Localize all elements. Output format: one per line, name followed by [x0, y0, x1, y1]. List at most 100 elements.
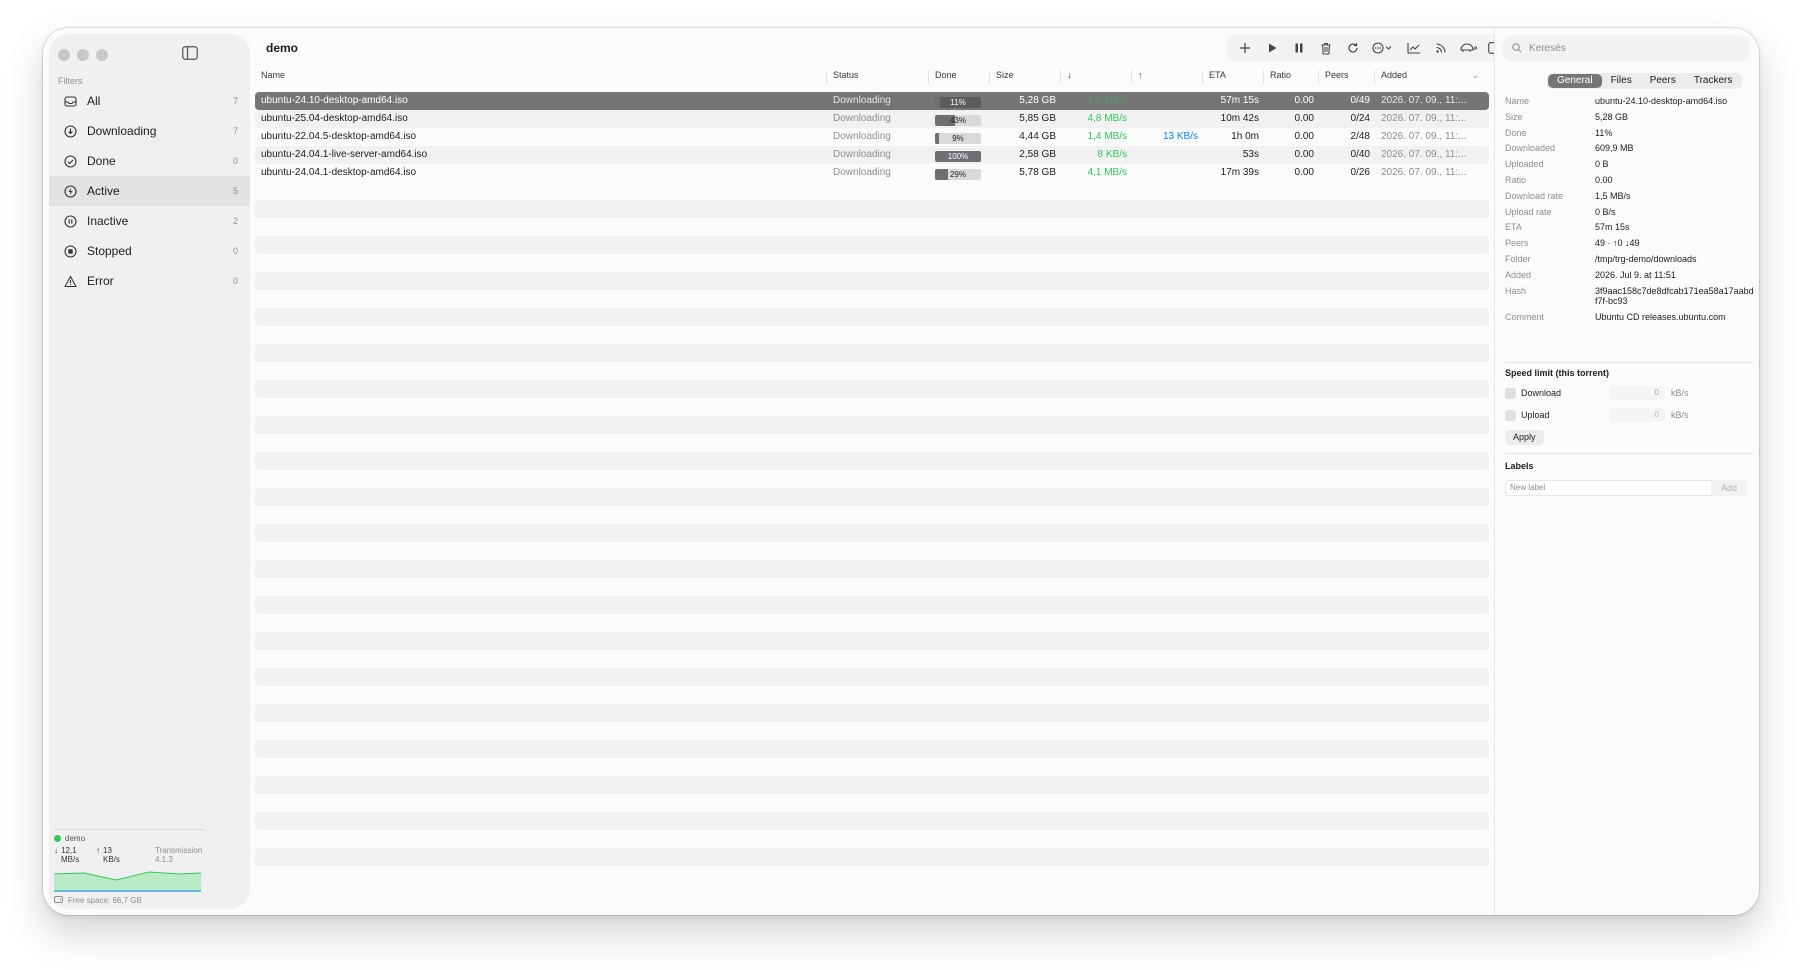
more-icon[interactable] [1366, 34, 1400, 62]
inspector-tabs: General Files Peers Trackers [1547, 73, 1743, 89]
progress-bar: 43% [935, 115, 981, 126]
torrent-name: ubuntu-24.10-desktop-amd64.iso [261, 95, 408, 106]
column-peers[interactable]: Peers [1319, 70, 1375, 84]
close-window-button[interactable] [58, 49, 70, 61]
tab-peers[interactable]: Peers [1641, 74, 1685, 88]
download-rate-value: 12,1 [61, 846, 77, 855]
torrent-status: Downloading [833, 113, 891, 124]
chart-icon[interactable] [1400, 34, 1427, 62]
filter-label: Downloading [87, 124, 157, 138]
upload-limit-checkbox[interactable] [1505, 409, 1516, 421]
download-limit-checkbox[interactable] [1505, 387, 1516, 399]
column-done[interactable]: Done [929, 70, 990, 84]
table-row[interactable]: ubuntu-22.04.5-desktop-amd64.iso Downloa… [255, 128, 1489, 146]
column-download-rate[interactable]: ↓ [1061, 70, 1132, 84]
column-name[interactable]: Name [255, 70, 827, 84]
tab-trackers[interactable]: Trackers [1685, 74, 1742, 88]
table-row[interactable]: ubuntu-24.04.1-live-server-amd64.iso Dow… [255, 146, 1489, 164]
arrow-down-icon: ↓ [54, 846, 58, 855]
main-content: demo Name Status Done Size ↓ ↑ ETA Ratio… [250, 28, 1514, 915]
search-input[interactable] [1529, 43, 1729, 54]
property-row: Upload rate 0 B/s [1505, 207, 1755, 223]
pause-icon[interactable] [1285, 34, 1312, 62]
table-row[interactable]: ubuntu-24.10-desktop-amd64.iso Downloadi… [255, 92, 1489, 110]
filter-active[interactable]: Active 5 [49, 176, 250, 206]
upload-limit-input[interactable]: 0 [1609, 408, 1665, 422]
filter-downloading[interactable]: Downloading 7 [49, 116, 250, 146]
filter-all[interactable]: All 7 [49, 86, 250, 116]
torrent-name: ubuntu-25.04-desktop-amd64.iso [261, 113, 408, 124]
column-ratio[interactable]: Ratio [1264, 70, 1319, 84]
empty-row [255, 740, 1489, 758]
property-value: /tmp/trg-demo/downloads [1595, 253, 1697, 264]
download-limit-row: Download 0 kB/s [1505, 386, 1753, 400]
search-field[interactable] [1502, 35, 1751, 62]
column-size[interactable]: Size [990, 70, 1061, 84]
property-key: Added [1505, 269, 1532, 280]
property-row: Done 11% [1505, 128, 1755, 144]
filter-done[interactable]: Done 0 [49, 146, 250, 176]
arrow-up-icon: ↑ [96, 846, 100, 855]
pause-circle-icon [64, 214, 77, 228]
column-status[interactable]: Status [827, 70, 929, 84]
add-label-button[interactable]: Add [1711, 480, 1747, 496]
filter-inactive[interactable]: Inactive 2 [49, 206, 250, 236]
torrent-status: Downloading [833, 167, 891, 178]
progress-bar: 29% [935, 169, 981, 180]
empty-row [255, 812, 1489, 830]
table-row[interactable]: ubuntu-24.04.1-desktop-amd64.iso Downloa… [255, 164, 1489, 182]
torrent-download-rate: 8 KB/s [1097, 149, 1127, 160]
column-upload-rate[interactable]: ↑ [1132, 70, 1203, 84]
filter-label: Active [87, 184, 120, 198]
property-key: Name [1505, 96, 1530, 106]
torrent-eta: 57m 15s [1220, 95, 1259, 106]
trash-icon[interactable] [1312, 34, 1339, 62]
download-rate: ↓ 12,1 MB/s [54, 846, 96, 864]
property-key: Done [1505, 127, 1527, 138]
filter-error[interactable]: Error 0 [49, 266, 250, 296]
property-key: ETA [1505, 222, 1522, 233]
stop-circle-icon [64, 244, 77, 258]
empty-row [255, 848, 1489, 866]
property-value: 57m 15s [1595, 222, 1630, 233]
apply-button[interactable]: Apply [1505, 430, 1544, 445]
app-window: Filters All 7 Downloading 7 Done 0 Activ… [43, 28, 1759, 915]
turtle-icon[interactable] [1454, 34, 1481, 62]
play-icon[interactable] [1258, 34, 1285, 62]
property-key: Download rate [1505, 190, 1564, 201]
download-rate-unit: MB/s [61, 855, 80, 864]
torrent-name: ubuntu-24.04.1-live-server-amd64.iso [261, 149, 428, 160]
property-row: Added 2026. Jul 9. at 11:51 [1505, 270, 1755, 286]
download-limit-label: Download [1521, 388, 1562, 398]
torrent-name: ubuntu-24.04.1-desktop-amd64.iso [261, 167, 417, 178]
rss-icon[interactable] [1427, 34, 1454, 62]
section-divider [1505, 453, 1753, 454]
column-eta[interactable]: ETA [1203, 70, 1264, 84]
tab-files[interactable]: Files [1602, 74, 1641, 88]
arrow-down-circle-icon [64, 124, 77, 138]
filter-stopped[interactable]: Stopped 0 [49, 236, 250, 266]
property-row: Folder/tmp/trg-demo/downloads [1505, 254, 1755, 270]
check-circle-icon [64, 154, 77, 168]
server-status: demo ↓ 12,1 MB/s ↑ 13 KB/s Transmission 4.… [54, 834, 205, 905]
torrent-status: Downloading [833, 95, 891, 106]
property-value: 49 · ↑0 ↓49 [1595, 238, 1640, 249]
download-limit-input[interactable]: 0 [1609, 386, 1665, 400]
new-label-input[interactable]: New label [1505, 480, 1741, 496]
table-header: Name Status Done Size ↓ ↑ ETA Ratio Peer… [255, 68, 1489, 84]
minimize-window-button[interactable] [77, 49, 89, 61]
progress-text: 9% [952, 134, 964, 143]
table-row[interactable]: ubuntu-25.04-desktop-amd64.iso Downloadi… [255, 110, 1489, 128]
column-added[interactable]: Added ⌄ [1375, 70, 1483, 84]
torrent-ratio: 0.00 [1294, 131, 1314, 142]
refresh-icon[interactable] [1339, 34, 1366, 62]
progress-bar: 9% [935, 133, 981, 144]
empty-row [255, 200, 1489, 218]
sidebar-toggle-icon[interactable] [182, 46, 198, 60]
tab-general[interactable]: General [1548, 74, 1602, 88]
torrent-ratio: 0.00 [1294, 95, 1314, 106]
torrent-eta: 10m 42s [1220, 113, 1259, 124]
plus-icon[interactable] [1231, 34, 1258, 62]
zoom-window-button[interactable] [96, 49, 108, 61]
empty-row-stripes [255, 200, 1489, 884]
